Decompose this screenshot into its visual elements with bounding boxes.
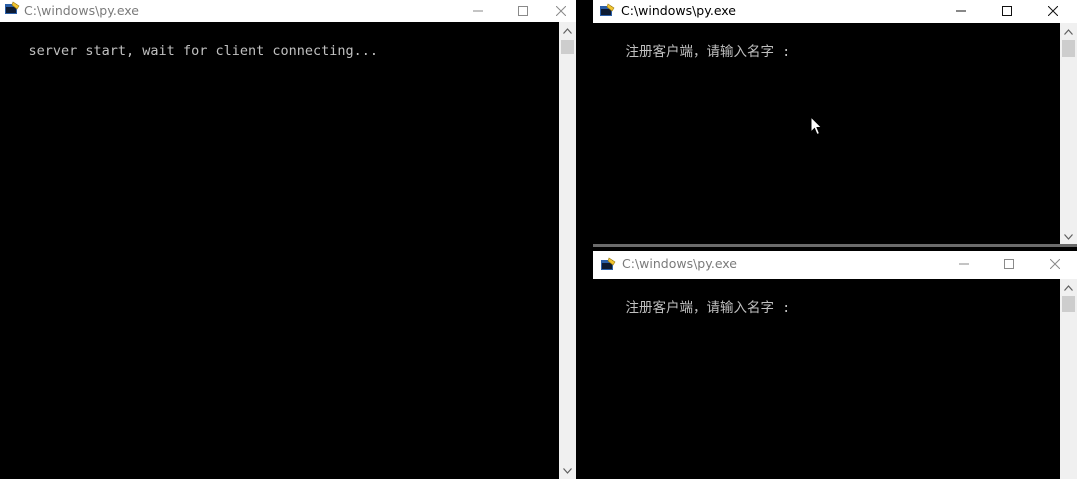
client1-vertical-scrollbar[interactable] <box>1060 23 1077 245</box>
close-icon <box>556 6 566 16</box>
server-maximize-button[interactable] <box>500 0 546 22</box>
client1-window-title: C:\windows\py.exe <box>621 3 736 18</box>
maximize-icon <box>1002 6 1012 16</box>
client2-minimize-button[interactable] <box>941 253 987 275</box>
chevron-down-icon <box>563 467 572 474</box>
client1-maximize-button[interactable] <box>984 0 1030 22</box>
client2-close-button[interactable] <box>1032 253 1077 275</box>
client1-bottom-edge <box>593 244 1077 247</box>
client2-console-window[interactable]: C:\windows\py.exe 注册客户端，请输入名字 : <box>593 251 1077 479</box>
server-window-title: C:\windows\py.exe <box>24 3 139 18</box>
client1-scroll-thumb[interactable] <box>1062 40 1075 57</box>
close-icon <box>1048 6 1058 16</box>
client2-scroll-up-button[interactable] <box>1060 279 1077 296</box>
client1-title-bar[interactable]: C:\windows\py.exe <box>593 0 1077 23</box>
minimize-icon <box>473 10 483 12</box>
client1-scroll-up-button[interactable] <box>1060 23 1077 40</box>
maximize-icon <box>518 6 528 16</box>
server-scroll-up-button[interactable] <box>559 22 576 39</box>
client2-window-title: C:\windows\py.exe <box>622 256 737 271</box>
server-console-output[interactable]: server start, wait for client connecting… <box>0 22 559 479</box>
chevron-up-icon <box>1064 28 1073 35</box>
server-scroll-thumb[interactable] <box>561 40 574 54</box>
server-scroll-down-button[interactable] <box>559 462 576 479</box>
server-vertical-scrollbar[interactable] <box>559 22 576 479</box>
console-app-icon <box>5 1 20 14</box>
client2-output-line: 注册客户端，请输入名字 : <box>625 300 791 316</box>
client1-close-button[interactable] <box>1030 0 1076 22</box>
client2-scroll-thumb[interactable] <box>1062 296 1075 312</box>
client2-console-output[interactable]: 注册客户端，请输入名字 : <box>593 279 1060 479</box>
chevron-up-icon <box>1064 284 1073 291</box>
client1-console-window[interactable]: C:\windows\py.exe 注册客户端，请输入名字 : <box>593 0 1077 247</box>
server-output-line: server start, wait for client connecting… <box>28 43 379 59</box>
console-app-icon <box>601 257 616 270</box>
console-app-icon <box>600 3 615 16</box>
server-minimize-button[interactable] <box>455 0 501 22</box>
client1-minimize-button[interactable] <box>938 0 984 22</box>
minimize-icon <box>956 10 966 12</box>
chevron-up-icon <box>563 27 572 34</box>
client2-title-bar[interactable]: C:\windows\py.exe <box>593 251 1077 279</box>
server-title-bar[interactable]: C:\windows\py.exe <box>0 0 576 22</box>
server-close-button[interactable] <box>546 0 576 22</box>
client1-output-line: 注册客户端，请输入名字 : <box>625 44 791 60</box>
mouse-pointer-icon <box>810 116 822 136</box>
server-console-window[interactable]: C:\windows\py.exe server start, wait for… <box>0 0 576 479</box>
client1-scroll-down-button[interactable] <box>1060 228 1077 245</box>
client2-vertical-scrollbar[interactable] <box>1060 279 1077 479</box>
maximize-icon <box>1004 259 1014 269</box>
close-icon <box>1050 259 1060 269</box>
chevron-down-icon <box>1064 233 1073 240</box>
client2-maximize-button[interactable] <box>986 253 1032 275</box>
client1-console-output[interactable]: 注册客户端，请输入名字 : <box>593 23 1060 245</box>
minimize-icon <box>959 263 969 265</box>
